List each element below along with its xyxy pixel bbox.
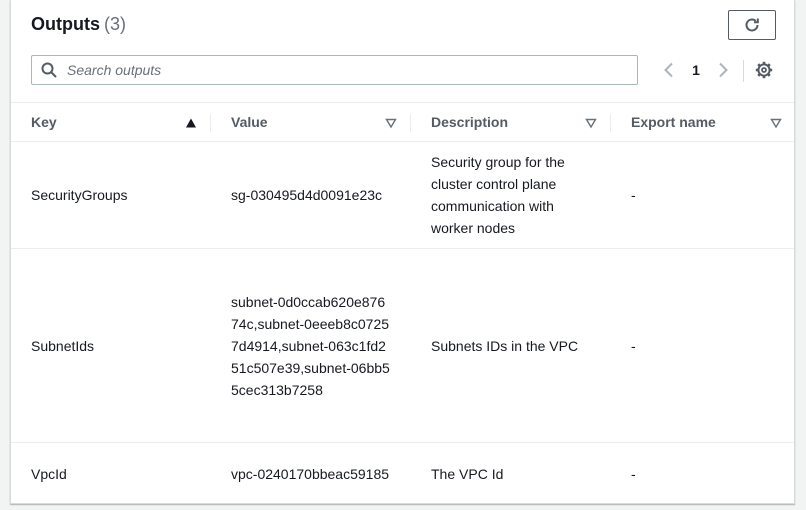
panel-title-text: Outputs [31,14,100,34]
table-row: VpcId vpc-0240170bbeac59185 The VPC Id - [11,442,794,503]
chevron-left-icon[interactable] [661,62,677,78]
table-header-row: Key Value Description Export name [11,102,794,142]
column-header-key[interactable]: Key [11,102,211,142]
pagination: 1 [661,58,731,82]
column-header-export-name[interactable]: Export name [611,102,794,142]
cell-description: Security group for the cluster control p… [411,141,611,249]
cell-value: vpc-0240170bbeac59185 [211,442,411,503]
search-icon [41,62,57,78]
refresh-icon [743,16,761,34]
page-number[interactable]: 1 [677,62,715,78]
cell-key: SecurityGroups [11,141,211,249]
outputs-table: Key Value Description Export name Securi… [11,102,794,503]
column-header-value[interactable]: Value [211,102,411,142]
sort-icon[interactable] [585,117,597,129]
refresh-button[interactable] [728,10,776,40]
column-header-label: Value [231,114,268,130]
search-box[interactable] [31,55,638,85]
cell-key: VpcId [11,442,211,503]
outputs-panel: Outputs(3) 1 [10,0,795,504]
sort-icon[interactable] [770,117,782,129]
search-input[interactable] [65,61,637,79]
cell-export-name: - [611,248,794,443]
column-header-label: Key [31,114,57,130]
chevron-right-icon[interactable] [715,62,731,78]
toolbar-divider [743,60,744,82]
cell-value: subnet-0d0ccab620e87674c,subnet-0eeeb8c0… [211,248,411,443]
column-header-label: Export name [631,114,716,130]
cell-description: The VPC Id [411,442,611,503]
outputs-count: (3) [104,14,126,34]
panel-title: Outputs (3) [31,14,126,35]
column-header-label: Description [431,114,509,130]
sort-ascending-icon[interactable] [185,117,197,129]
cell-key: SubnetIds [11,248,211,443]
cell-export-name: - [611,141,794,249]
cell-description: Subnets IDs in the VPC [411,248,611,443]
column-header-description[interactable]: Description [411,102,611,142]
cell-value: sg-030495d4d0091e23c [211,141,411,249]
sort-icon[interactable] [385,117,397,129]
table-row: SubnetIds subnet-0d0ccab620e87674c,subne… [11,248,794,443]
cell-export-name: - [611,442,794,503]
gear-icon[interactable] [755,61,773,79]
table-row: SecurityGroups sg-030495d4d0091e23c Secu… [11,141,794,249]
